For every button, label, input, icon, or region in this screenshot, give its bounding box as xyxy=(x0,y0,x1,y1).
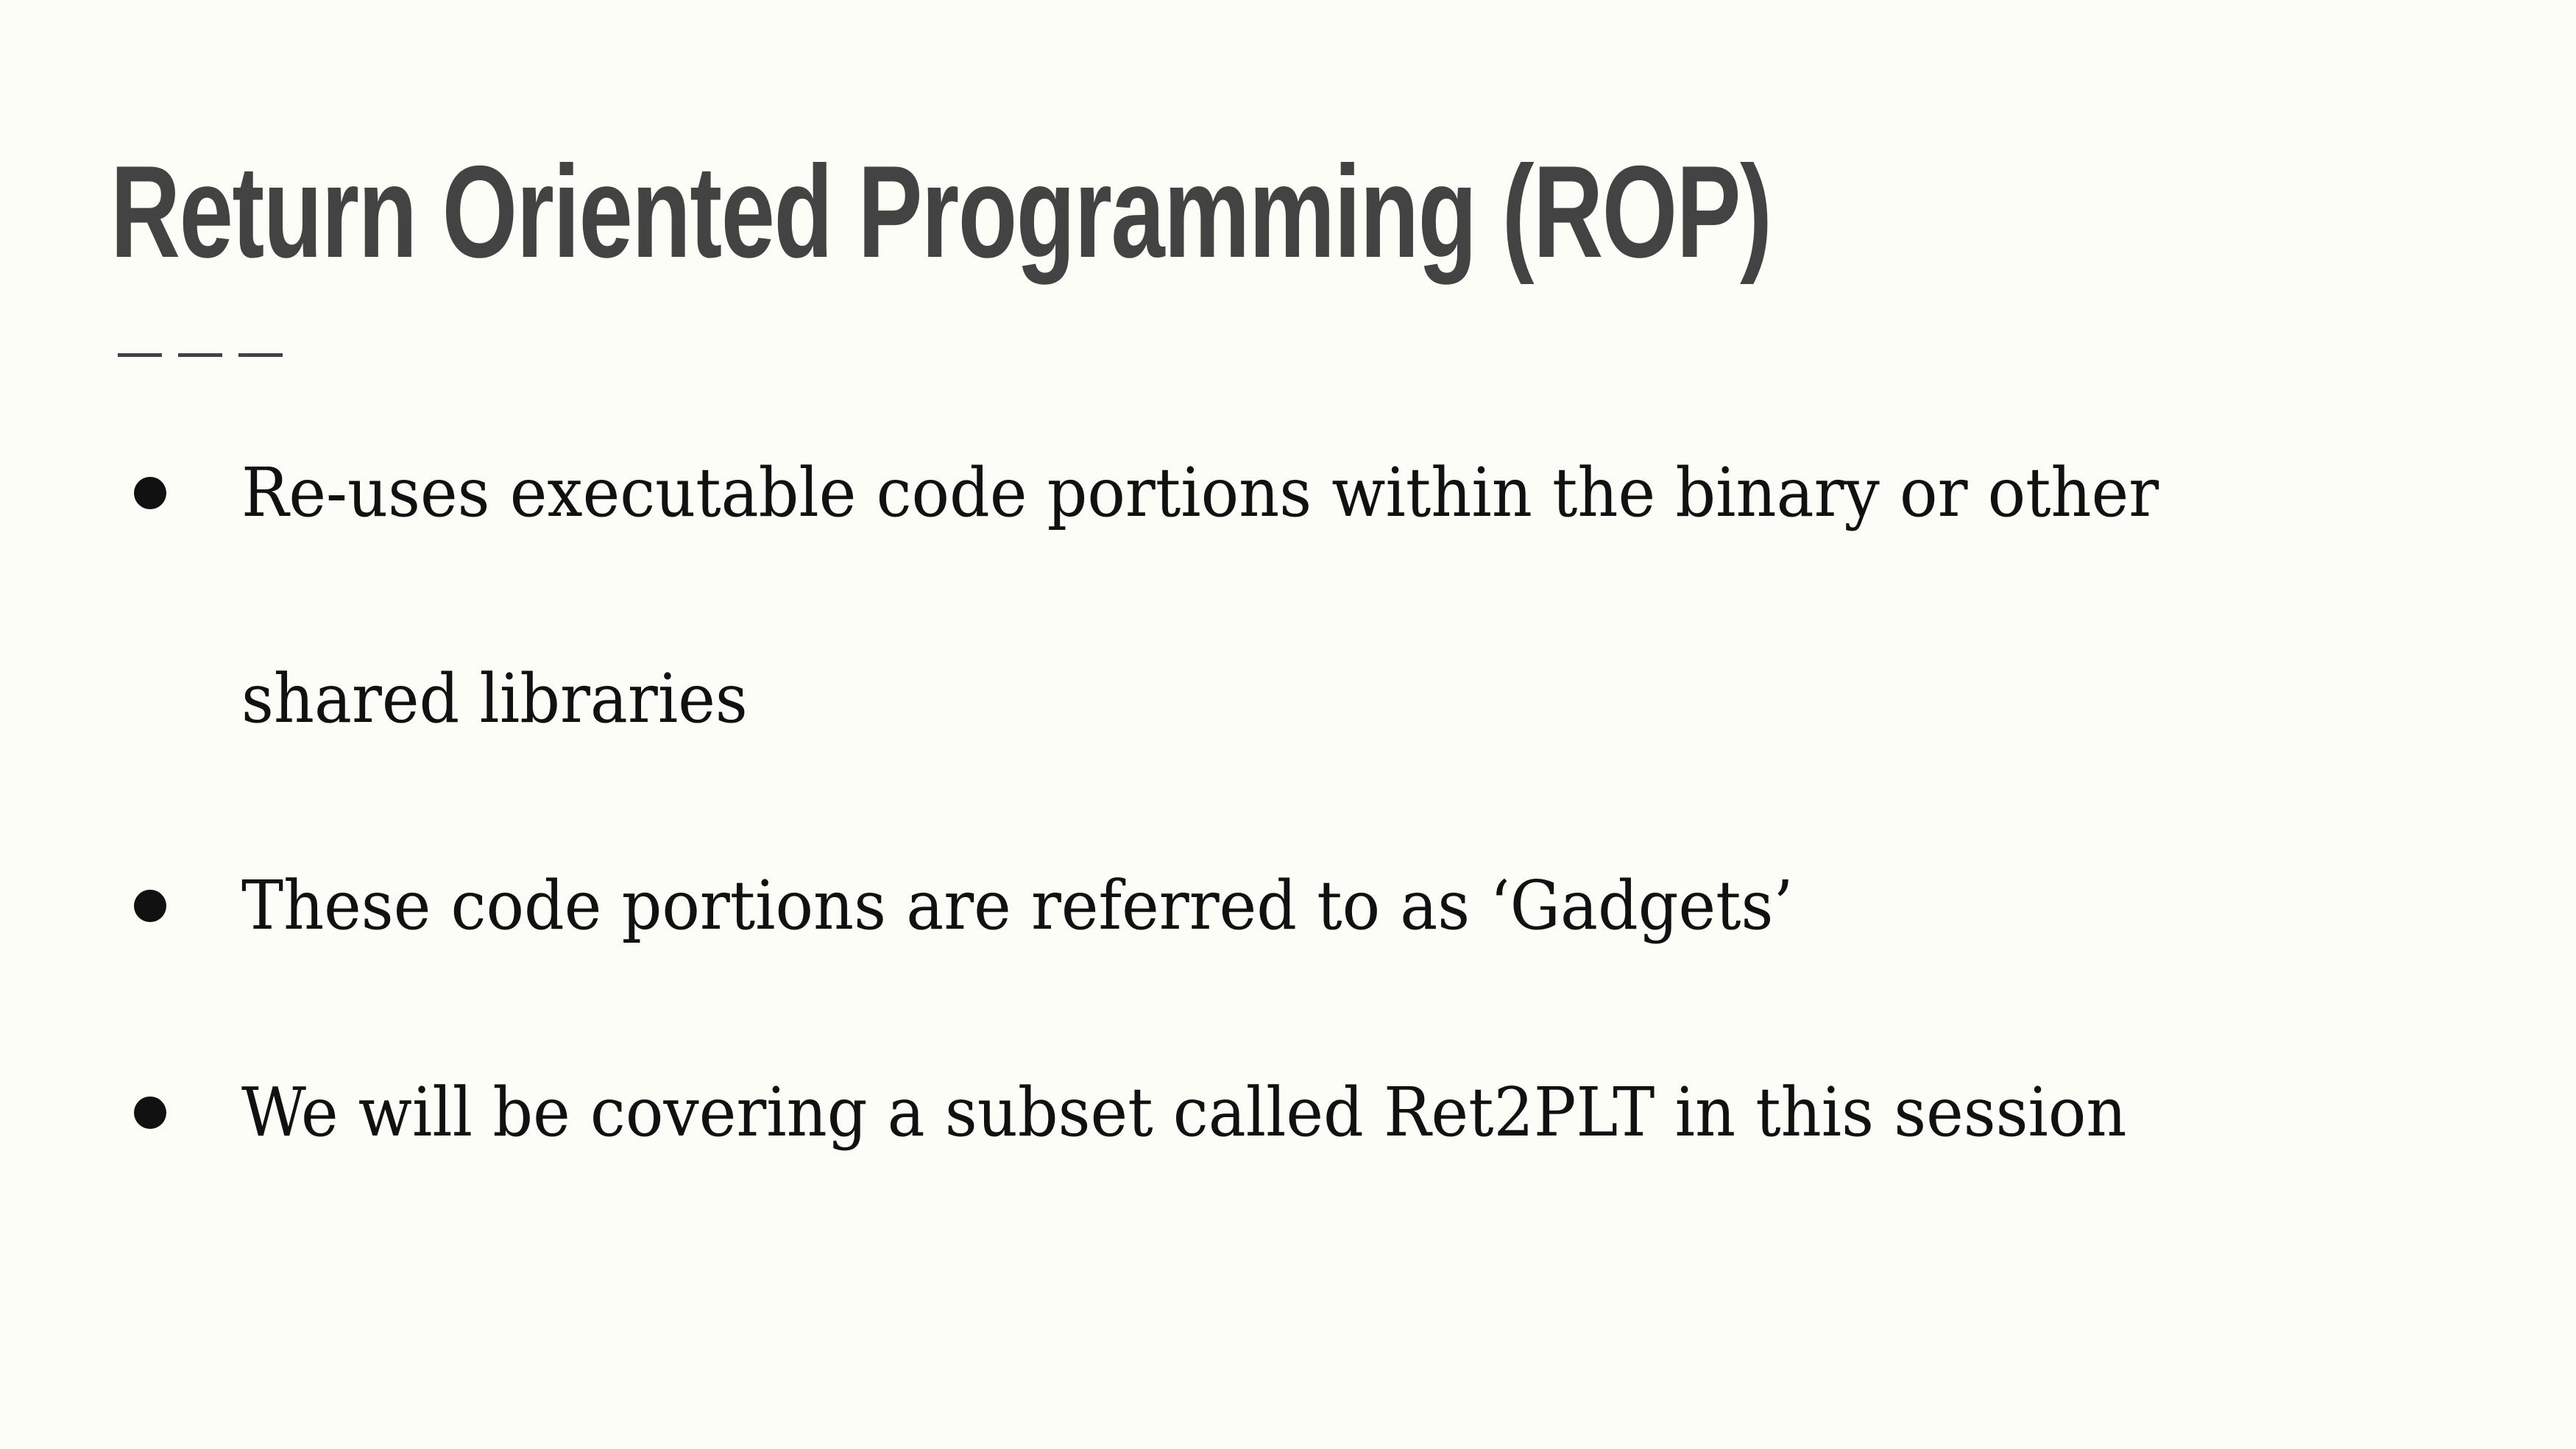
bullet-continuation: shared libraries xyxy=(0,648,2502,751)
bullet-icon xyxy=(134,477,166,509)
title-divider xyxy=(118,353,283,357)
bullet-text: Re-uses executable code portions within … xyxy=(241,453,2159,532)
bullet-icon xyxy=(134,890,166,922)
bullet-text: shared libraries xyxy=(241,659,748,738)
slide: Return Oriented Programming (ROP) Re-use… xyxy=(0,0,2576,1449)
divider-dash xyxy=(178,353,222,357)
bullet-text: These code portions are referred to as ‘… xyxy=(241,866,1794,945)
bullet-text: We will be covering a subset called Ret2… xyxy=(241,1073,2127,1152)
bullet-item: Re-uses executable code portions within … xyxy=(0,442,2502,545)
bullet-item: These code portions are referred to as ‘… xyxy=(0,854,2502,957)
divider-dash xyxy=(118,353,162,357)
slide-title: Return Oriented Programming (ROP) xyxy=(110,138,1772,285)
bullet-icon xyxy=(134,1097,166,1129)
divider-dash xyxy=(238,353,283,357)
bullet-item: We will be covering a subset called Ret2… xyxy=(0,1061,2502,1164)
